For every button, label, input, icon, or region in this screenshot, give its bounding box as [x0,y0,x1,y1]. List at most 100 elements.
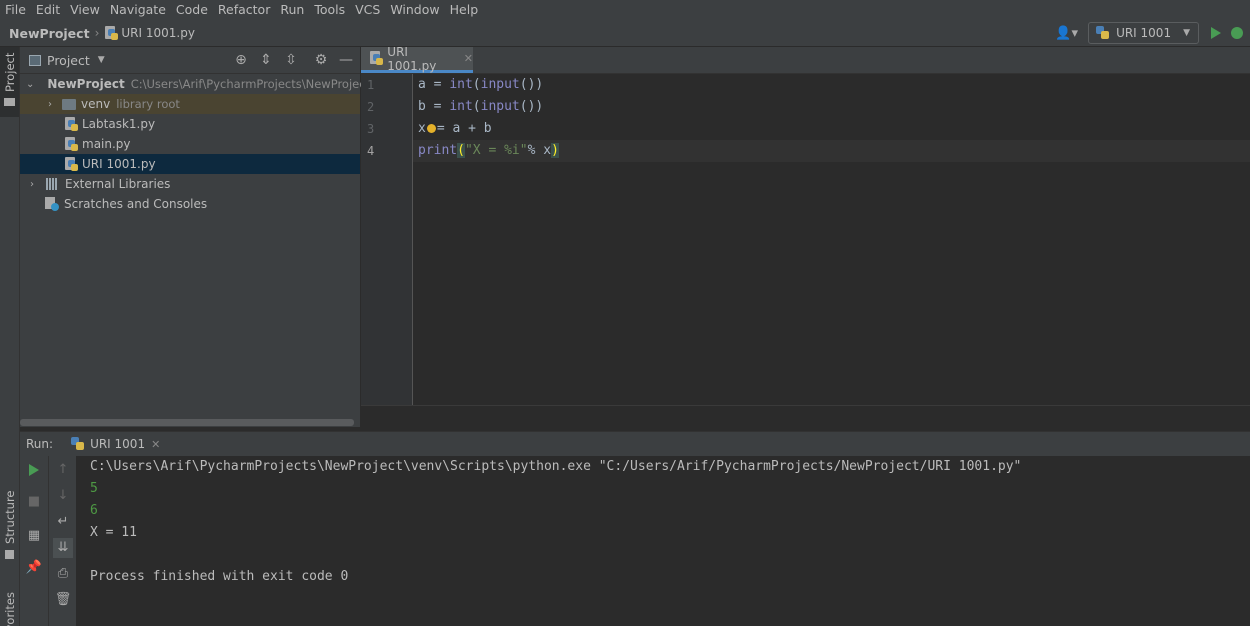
code-line-4: print("X = %i"% x) [418,140,559,162]
console-line: Process finished with exit code 0 [90,569,349,584]
run-panel-label: Run: [26,437,54,451]
code-token: input [480,99,520,114]
tree-item-labtask1[interactable]: Labtask1.py [20,114,360,134]
scroll-down-icon[interactable]: ↓ [53,486,73,506]
breadcrumb-project[interactable]: NewProject [9,26,90,41]
debug-icon[interactable] [1231,27,1243,39]
side-tab-structure-label: Structure [3,490,17,545]
expand-all-icon[interactable]: ⇕ [258,52,274,68]
run-panel-header: Run: URI 1001 ✕ [20,431,1250,456]
python-file-icon [65,116,78,132]
menu-window[interactable]: Window [385,2,444,18]
console-line: C:\Users\Arif\PycharmProjects\NewProject… [90,459,1022,474]
close-icon[interactable]: ✕ [151,438,160,451]
scroll-up-icon[interactable]: ↑ [53,460,73,480]
chevron-down-icon[interactable]: ▼ [98,55,105,65]
editor-tab-uri1001[interactable]: URI 1001.py ✕ [361,45,473,73]
pin-icon[interactable]: 📌 [24,558,44,578]
code-token: int [449,77,473,92]
tree-item-label: URI 1001.py [82,157,156,171]
menu-vcs[interactable]: VCS [350,2,385,18]
rerun-icon[interactable] [29,464,39,476]
close-icon[interactable]: ✕ [464,52,473,65]
toolbar-divider [48,456,49,626]
locate-icon[interactable]: ⊕ [233,52,249,68]
menu-run[interactable]: Run [275,2,309,18]
chevron-down-icon[interactable]: ⌄ [26,79,34,90]
side-tab-favorites[interactable]: Favorites [0,582,19,626]
line-number: 3 [367,122,375,136]
code-token: ( [472,99,481,114]
side-tab-project-label: Project [3,52,17,92]
tree-item-path: C:\Users\Arif\PycharmProjects\NewProject [130,77,371,91]
project-panel: Project ▼ ⊕ ⇕ ⇳ ⚙ — ⌄ NewProject C:\User… [20,47,370,427]
soft-wrap-icon[interactable]: ↵ [53,512,73,532]
run-tab-uri1001[interactable]: URI 1001 ✕ [71,437,160,451]
code-token: ) [551,143,559,158]
code-line-1: a = int(input()) [418,74,543,96]
run-toolbar: ■ ▦ 📌 ↑ ↓ ↵ ⇊ ⎙ 🗑 [20,456,76,626]
side-tab-structure[interactable]: Structure [0,490,19,567]
code-token: ( [457,143,465,158]
tree-item-main[interactable]: main.py [20,134,360,154]
menu-file[interactable]: File [0,2,31,18]
menu-view[interactable]: View [65,2,105,18]
tree-item-newproject[interactable]: ⌄ NewProject C:\Users\Arif\PycharmProjec… [20,74,370,94]
user-icon[interactable]: 👤▾ [1055,26,1078,41]
breadcrumb-file-label: URI 1001.py [121,26,195,40]
side-tab-project[interactable]: Project [0,47,19,117]
code-token: "X = %i" [464,143,528,158]
side-tab-favorites-label: Favorites [3,592,17,626]
stop-icon[interactable]: ■ [24,492,44,512]
lightbulb-icon[interactable] [426,124,436,133]
gear-icon[interactable]: ⚙ [313,52,329,68]
code-token: = a + b [436,121,492,136]
breadcrumb-file[interactable]: URI 1001.py [105,25,195,41]
python-icon [1096,26,1110,40]
python-file-icon [65,136,78,152]
chevron-down-icon: ▼ [1183,28,1190,38]
hide-icon[interactable]: — [338,52,354,68]
run-tab-label: URI 1001 [90,437,146,451]
layout-icon[interactable]: ▦ [24,526,44,546]
code-editor[interactable]: a = int(input()) b = int(input()) x = a +… [413,74,1250,405]
tree-item-uri1001[interactable]: URI 1001.py [20,154,360,174]
run-configuration-dropdown[interactable]: URI 1001 ▼ [1088,22,1199,44]
run-console[interactable]: C:\Users\Arif\PycharmProjects\NewProject… [77,456,1250,626]
python-file-icon [105,25,119,41]
trash-icon[interactable]: 🗑 [53,590,73,610]
tree-item-venv[interactable]: › venv library root [20,94,360,114]
menu-code[interactable]: Code [171,2,213,18]
tree-item-external-libraries[interactable]: › External Libraries [20,174,360,194]
code-token: ()) [519,99,544,114]
editor-gutter: 1 2 3 4 [361,74,413,405]
project-panel-title[interactable]: Project [47,53,90,68]
menu-tools[interactable]: Tools [309,2,350,18]
project-view-icon [29,54,41,66]
left-tool-stripe: Project Structure Favorites [0,47,20,626]
folder-icon [4,98,15,106]
chevron-right-icon[interactable]: › [44,99,56,110]
collapse-all-icon[interactable]: ⇳ [283,52,299,68]
console-line: 5 [90,481,98,496]
scroll-to-end-icon[interactable]: ⇊ [53,538,73,558]
horizontal-scrollbar[interactable] [20,419,354,426]
chevron-right-icon[interactable]: › [26,179,38,190]
console-line: 6 [90,503,98,518]
run-icon[interactable] [1211,27,1221,39]
code-token: ()) [519,77,544,92]
editor-tab-bar: URI 1001.py ✕ [361,45,1250,74]
menu-help[interactable]: Help [445,2,484,18]
menu-navigate[interactable]: Navigate [105,2,171,18]
menu-refactor[interactable]: Refactor [213,2,275,18]
library-icon [46,178,60,190]
tree-item-scratches[interactable]: Scratches and Consoles [20,194,360,214]
code-token: input [480,77,520,92]
code-line-2: b = int(input()) [418,96,543,118]
print-icon[interactable]: ⎙ [53,564,73,584]
tree-item-label: Scratches and Consoles [64,197,208,211]
code-token: x [418,121,426,136]
menu-edit[interactable]: Edit [31,2,65,18]
structure-icon [5,550,14,559]
scratches-icon [45,197,59,211]
